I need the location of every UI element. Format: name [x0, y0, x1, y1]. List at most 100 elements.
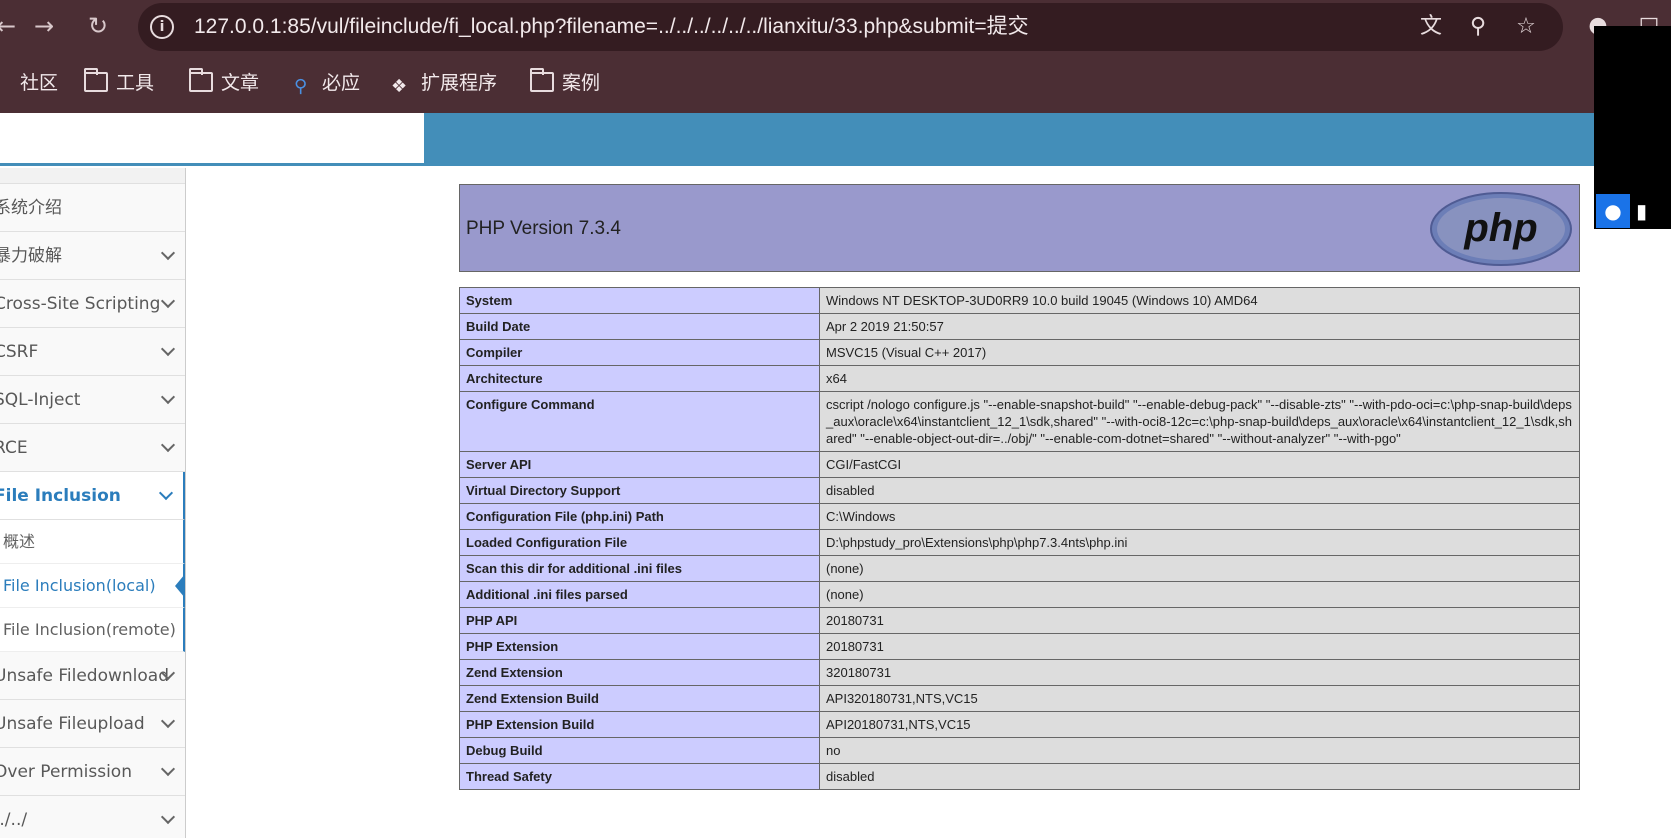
setting-name: PHP API	[459, 607, 820, 634]
setting-name: Additional .ini files parsed	[459, 581, 820, 608]
setting-name: Debug Build	[459, 737, 820, 764]
bookmark-star-icon[interactable]: ☆	[1512, 13, 1540, 41]
table-row: Server API CGI/FastCGI	[459, 451, 1580, 478]
setting-name: Virtual Directory Support	[459, 477, 820, 504]
sidebar-item-xss[interactable]: Cross-Site Scripting	[0, 280, 185, 328]
sidebar-item-rce[interactable]: RCE	[0, 424, 185, 472]
bookmark-item[interactable]: 工具	[84, 68, 154, 97]
setting-value: no	[819, 737, 1580, 764]
bookmarks-bar: 社区 工具 文章 ⚲ 必应 ❖ 扩展程序 案例	[0, 53, 1671, 113]
setting-value: 320180731	[819, 659, 1580, 686]
setting-value: Windows NT DESKTOP-3UD0RR9 10.0 build 19…	[819, 287, 1580, 314]
zoom-icon[interactable]: ⚲	[1464, 13, 1492, 41]
setting-value: (none)	[819, 581, 1580, 608]
chevron-down-icon	[160, 245, 176, 261]
bookmark-item[interactable]: ⚲ 必应	[294, 69, 360, 97]
search-icon: ⚲	[294, 76, 308, 97]
setting-name: Scan this dir for additional .ini files	[459, 555, 820, 582]
sidebar-subitem-fi-local[interactable]: File Inclusion(local)	[0, 564, 185, 608]
setting-value: API320180731,NTS,VC15	[819, 685, 1580, 712]
table-row: Virtual Directory Support disabled	[459, 477, 1580, 504]
chevron-down-icon	[160, 809, 176, 825]
puzzle-icon: ❖	[391, 76, 408, 97]
setting-value: API20180731,NTS,VC15	[819, 711, 1580, 738]
setting-name: PHP Extension Build	[459, 711, 820, 738]
table-row: Additional .ini files parsed (none)	[459, 581, 1580, 608]
table-row: Loaded Configuration File D:\phpstudy_pro…	[459, 529, 1580, 556]
sidebar-item-csrf[interactable]: CSRF	[0, 328, 185, 376]
setting-value: 20180731	[819, 633, 1580, 660]
table-row: Zend Extension Build API320180731,NTS,VC1…	[459, 685, 1580, 712]
setting-value: MSVC15 (Visual C++ 2017)	[819, 339, 1580, 366]
setting-name: Compiler	[459, 339, 820, 366]
chevron-down-icon	[160, 293, 176, 309]
person-icon[interactable]: ●	[1596, 194, 1630, 228]
folder-icon	[84, 68, 108, 92]
setting-value: (none)	[819, 555, 1580, 582]
url-text[interactable]: 127.0.0.1:85/vul/fileinclude/fi_local.ph…	[194, 3, 1029, 51]
sidebar-item-file-inclusion[interactable]: File Inclusion	[0, 472, 185, 520]
address-bar[interactable]: i 127.0.0.1:85/vul/fileinclude/fi_local.…	[138, 3, 1563, 51]
sidebar-item-unsafe-filedownload[interactable]: Unsafe Filedownload	[0, 652, 185, 700]
sidebar: 系统介绍 暴力破解 Cross-Site Scripting CSRF SQL-…	[0, 168, 186, 838]
chevron-down-icon	[160, 389, 176, 405]
reload-icon[interactable]: ↻	[82, 10, 114, 42]
setting-name: Loaded Configuration File	[459, 529, 820, 556]
forward-arrow-icon[interactable]: →	[28, 10, 60, 42]
table-row: Scan this dir for additional .ini files(…	[459, 555, 1580, 582]
setting-value: D:\phpstudy_pro\Extensions\php\php7.3.4n…	[819, 529, 1580, 556]
setting-value: disabled	[819, 763, 1580, 790]
sidebar-item-bruteforce[interactable]: 暴力破解	[0, 232, 185, 280]
sidebar-item-dir-traversal[interactable]: ../../	[0, 796, 185, 838]
table-row: Configure Command cscript /nologo configu…	[459, 391, 1580, 452]
php-logo-text: php	[1463, 206, 1537, 250]
table-row: System Windows NT DESKTOP-3UD0RR9 10.0 bu…	[459, 287, 1580, 314]
sidebar-item-intro[interactable]: 系统介绍	[0, 184, 185, 232]
setting-name: Build Date	[459, 313, 820, 340]
page-header-logo-area	[0, 113, 424, 166]
microphone-icon[interactable]: ▮	[1636, 196, 1656, 226]
bookmark-item[interactable]: 文章	[189, 68, 259, 97]
table-row: Thread Safety disabled	[459, 763, 1580, 790]
setting-name: Architecture	[459, 365, 820, 392]
table-row: PHP Extension Build API20180731,NTS,VC15	[459, 711, 1580, 738]
table-row: Build Date Apr 2 2019 21:50:57	[459, 313, 1580, 340]
setting-name: Configuration File (php.ini) Path	[459, 503, 820, 530]
community-icon	[0, 72, 12, 92]
translate-icon[interactable]: 文	[1417, 13, 1445, 41]
back-arrow-icon[interactable]: ←	[0, 10, 22, 42]
setting-name: Zend Extension	[459, 659, 820, 686]
setting-name: PHP Extension	[459, 633, 820, 660]
setting-value: cscript /nologo configure.js "--enable-s…	[819, 391, 1580, 452]
chevron-down-icon	[160, 437, 176, 453]
setting-name: Configure Command	[459, 391, 820, 452]
table-row: PHP API 20180731	[459, 607, 1580, 634]
sidebar-item-sqli[interactable]: SQL-Inject	[0, 376, 185, 424]
setting-value: C:\Windows	[819, 503, 1580, 530]
table-row: Configuration File (php.ini) Path C:\Wind…	[459, 503, 1580, 530]
phpinfo-table: System Windows NT DESKTOP-3UD0RR9 10.0 bu…	[459, 287, 1580, 790]
setting-value: 20180731	[819, 607, 1580, 634]
setting-name: System	[459, 287, 820, 314]
bookmark-item[interactable]: 社区	[0, 69, 58, 97]
sidebar-subitem-fi-remote[interactable]: File Inclusion(remote)	[0, 608, 185, 652]
sidebar-subitem-overview[interactable]: 概述	[0, 520, 185, 564]
setting-name: Thread Safety	[459, 763, 820, 790]
setting-value: x64	[819, 365, 1580, 392]
php-logo: php	[1430, 192, 1572, 266]
setting-name: Zend Extension Build	[459, 685, 820, 712]
browser-toolbar: ← → ↻ i 127.0.0.1:85/vul/fileinclude/fi_…	[0, 0, 1671, 53]
bookmark-item[interactable]: 案例	[530, 68, 600, 97]
sidebar-item-over-permission[interactable]: Over Permission	[0, 748, 185, 796]
table-row: Zend Extension 320180731	[459, 659, 1580, 686]
bookmark-item[interactable]: ❖ 扩展程序	[391, 69, 497, 97]
setting-value: disabled	[819, 477, 1580, 504]
setting-value: CGI/FastCGI	[819, 451, 1580, 478]
setting-value: Apr 2 2019 21:50:57	[819, 313, 1580, 340]
chevron-down-icon	[160, 341, 176, 357]
site-info-icon[interactable]: i	[150, 15, 174, 39]
chevron-down-icon	[158, 485, 174, 501]
table-row: Architecture x64	[459, 365, 1580, 392]
sidebar-item-unsafe-fileupload[interactable]: Unsafe Fileupload	[0, 700, 185, 748]
folder-icon	[530, 68, 554, 92]
